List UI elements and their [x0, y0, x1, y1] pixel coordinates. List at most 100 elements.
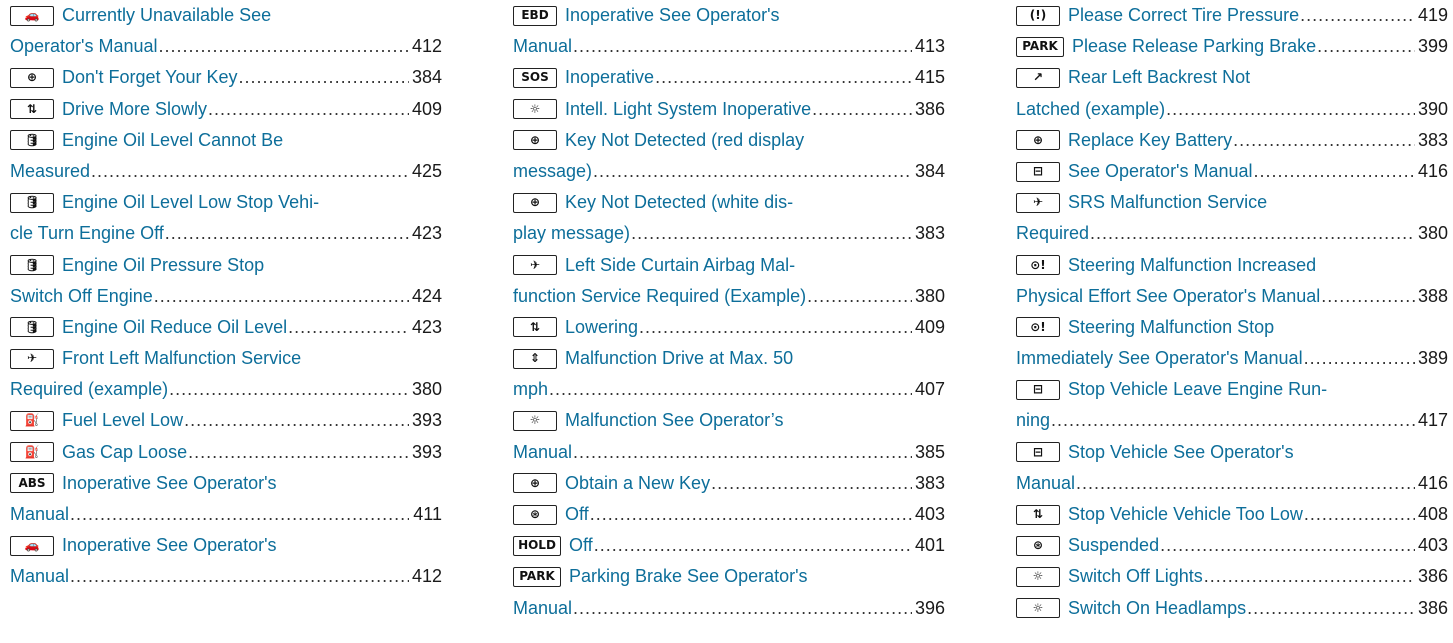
entry-link-text[interactable]: Lowering [565, 312, 638, 343]
page-number[interactable]: 383 [915, 218, 945, 249]
entry-link-text[interactable]: Key Not Detected (white dis- [565, 187, 793, 218]
index-entry[interactable]: ⊟ Stop Vehicle See Operator'sManual 416 [1016, 437, 1448, 499]
page-number[interactable]: 425 [412, 156, 442, 187]
page-number[interactable]: 401 [915, 530, 945, 561]
index-entry[interactable]: 🛢 Engine Oil Pressure Stop Switch Off Engi… [10, 250, 442, 312]
entry-link-text[interactable]: Manual [1016, 468, 1075, 499]
page-number[interactable]: 403 [915, 499, 945, 530]
page-number[interactable]: 423 [412, 218, 442, 249]
entry-link-text[interactable]: Manual [513, 593, 572, 624]
entry-link-text[interactable]: Drive More Slowly [62, 94, 207, 125]
index-entry[interactable]: ⊟ Stop Vehicle Leave Engine Run-ning 417 [1016, 374, 1448, 436]
entry-link-text[interactable]: Gas Cap Loose [62, 437, 187, 468]
entry-link-text[interactable]: Replace Key Battery [1068, 125, 1232, 156]
index-entry[interactable]: ↗ Rear Left Backrest Not Latched (example)… [1016, 62, 1448, 124]
page-number[interactable]: 386 [1418, 561, 1448, 592]
entry-link-text[interactable]: mph [513, 374, 548, 405]
page-number[interactable]: 393 [412, 405, 442, 436]
entry-link-text[interactable]: Please Correct Tire Pressure [1068, 0, 1299, 31]
index-entry[interactable]: ✈ Left Side Curtain Airbag Mal-function S… [513, 250, 945, 312]
page-number[interactable]: 396 [915, 593, 945, 624]
index-entry[interactable]: PARK Parking Brake See Operator'sManual 39… [513, 561, 945, 623]
page-number[interactable]: 390 [1418, 94, 1448, 125]
entry-link-text[interactable]: Stop Vehicle Leave Engine Run- [1068, 374, 1327, 405]
index-entry[interactable]: 🚗 Inoperative See Operator'sManual 412 [10, 530, 442, 592]
entry-link-text[interactable]: Latched (example) [1016, 94, 1165, 125]
entry-link-text[interactable]: Immediately See Operator's Manual [1016, 343, 1303, 374]
page-number[interactable]: 386 [915, 94, 945, 125]
page-number[interactable]: 388 [1418, 281, 1448, 312]
index-entry[interactable]: ⇅ Lowering 409 [513, 312, 945, 343]
index-entry[interactable]: ⊙! Steering Malfunction Stop Immediately S… [1016, 312, 1448, 374]
entry-link-text[interactable]: Obtain a New Key [565, 468, 710, 499]
entry-link-text[interactable]: SRS Malfunction Service [1068, 187, 1267, 218]
page-number[interactable]: 408 [1418, 499, 1448, 530]
entry-link-text[interactable]: Engine Oil Level Low Stop Vehi- [62, 187, 319, 218]
entry-link-text[interactable]: Engine Oil Level Cannot Be [62, 125, 283, 156]
index-entry[interactable]: HOLD Off 401 [513, 530, 945, 561]
page-number[interactable]: 393 [412, 437, 442, 468]
page-number[interactable]: 380 [915, 281, 945, 312]
entry-link-text[interactable]: Engine Oil Pressure Stop [62, 250, 264, 281]
page-number[interactable]: 417 [1418, 405, 1448, 436]
entry-link-text[interactable]: Front Left Malfunction Service [62, 343, 301, 374]
entry-link-text[interactable]: Malfunction See Operator’s [565, 405, 783, 436]
page-number[interactable]: 383 [1418, 125, 1448, 156]
entry-link-text[interactable]: See Operator's Manual [1068, 156, 1253, 187]
entry-link-text[interactable]: Malfunction Drive at Max. 50 [565, 343, 793, 374]
page-number[interactable]: 412 [412, 561, 442, 592]
entry-link-text[interactable]: function Service Required (Example) [513, 281, 806, 312]
entry-link-text[interactable]: Don't Forget Your Key [62, 62, 238, 93]
entry-link-text[interactable]: ning [1016, 405, 1050, 436]
index-entry[interactable]: ⇅ Stop Vehicle Vehicle Too Low 408 [1016, 499, 1448, 530]
page-number[interactable]: 386 [1418, 593, 1448, 624]
index-entry[interactable]: PARK Please Release Parking Brake 399 [1016, 31, 1448, 62]
entry-link-text[interactable]: Inoperative See Operator's [565, 0, 780, 31]
page-number[interactable]: 411 [412, 499, 442, 530]
index-entry[interactable]: ☼ Switch On Headlamps 386 [1016, 593, 1448, 624]
page-number[interactable]: 416 [1418, 468, 1448, 499]
entry-link-text[interactable]: Manual [513, 437, 572, 468]
page-number[interactable]: 380 [1418, 218, 1448, 249]
index-entry[interactable]: ⇕ Malfunction Drive at Max. 50 mph 407 [513, 343, 945, 405]
index-entry[interactable]: 🚗 Currently Unavailable See Operator's Man… [10, 0, 442, 62]
entry-link-text[interactable]: Inoperative See Operator's [62, 468, 277, 499]
index-entry[interactable]: EBD Inoperative See Operator'sManual 413 [513, 0, 945, 62]
page-number[interactable]: 389 [1418, 343, 1448, 374]
page-number[interactable]: 412 [412, 31, 442, 62]
entry-link-text[interactable]: Engine Oil Reduce Oil Level [62, 312, 287, 343]
page-number[interactable]: 384 [412, 62, 442, 93]
page-number[interactable]: 423 [412, 312, 442, 343]
entry-link-text[interactable]: Stop Vehicle Vehicle Too Low [1068, 499, 1303, 530]
entry-link-text[interactable]: Measured [10, 156, 90, 187]
page-number[interactable]: 384 [915, 156, 945, 187]
entry-link-text[interactable]: Inoperative See Operator's [62, 530, 277, 561]
entry-link-text[interactable]: Rear Left Backrest Not [1068, 62, 1250, 93]
index-entry[interactable]: SOS Inoperative 415 [513, 62, 945, 93]
index-entry[interactable]: ⊕ Key Not Detected (white dis-play messag… [513, 187, 945, 249]
index-entry[interactable]: ⊛ Off 403 [513, 499, 945, 530]
page-number[interactable]: 416 [1418, 156, 1448, 187]
index-entry[interactable]: ⊕ Obtain a New Key 383 [513, 468, 945, 499]
entry-link-text[interactable]: play message) [513, 218, 630, 249]
entry-link-text[interactable]: Required (example) [10, 374, 168, 405]
entry-link-text[interactable]: Please Release Parking Brake [1072, 31, 1316, 62]
entry-link-text[interactable]: Off [565, 499, 589, 530]
page-number[interactable]: 383 [915, 468, 945, 499]
entry-link-text[interactable]: Intell. Light System Inoperative [565, 94, 811, 125]
index-entry[interactable]: ABS Inoperative See Operator'sManual 411 [10, 468, 442, 530]
index-entry[interactable]: 🛢 Engine Oil Level Cannot BeMeasured 425 [10, 125, 442, 187]
index-entry[interactable]: 🛢 Engine Oil Level Low Stop Vehi-cle Turn… [10, 187, 442, 249]
index-entry[interactable]: ⊕ Key Not Detected (red displaymessage) 38… [513, 125, 945, 187]
page-number[interactable]: 419 [1418, 0, 1448, 31]
index-entry[interactable]: (!) Please Correct Tire Pressure 419 [1016, 0, 1448, 31]
page-number[interactable]: 399 [1418, 31, 1448, 62]
entry-link-text[interactable]: Steering Malfunction Increased [1068, 250, 1316, 281]
page-number[interactable]: 413 [915, 31, 945, 62]
page-number[interactable]: 407 [915, 374, 945, 405]
index-entry[interactable]: ⊕ Don't Forget Your Key 384 [10, 62, 442, 93]
entry-link-text[interactable]: Switch Off Lights [1068, 561, 1203, 592]
index-entry[interactable]: ⊟ See Operator's Manual 416 [1016, 156, 1448, 187]
page-number[interactable]: 409 [412, 94, 442, 125]
entry-link-text[interactable]: Key Not Detected (red display [565, 125, 804, 156]
